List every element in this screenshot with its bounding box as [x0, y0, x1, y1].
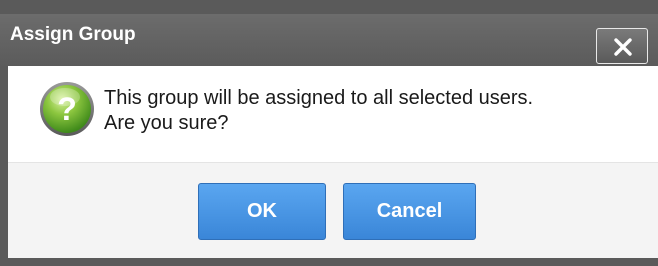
message-line-1: This group will be assigned to all selec…	[104, 87, 534, 109]
dialog-titlebar: Assign Group	[0, 14, 658, 66]
close-button[interactable]	[596, 28, 648, 64]
message-line-2: Are you sure?	[104, 112, 229, 134]
dialog-content: ? This group will be assigned to all sel…	[8, 66, 658, 162]
question-mark-icon: ?	[40, 82, 94, 136]
cancel-button[interactable]: Cancel	[343, 183, 476, 240]
close-x-icon	[614, 38, 632, 56]
dialog-title: Assign Group	[10, 24, 136, 45]
dialog-button-bar: OK Cancel	[8, 162, 658, 259]
ok-button[interactable]: OK	[198, 183, 326, 240]
svg-text:?: ?	[57, 91, 77, 127]
dialog-bottom-border	[0, 258, 658, 266]
assign-group-dialog: Assign Group ? This group will be assign…	[0, 0, 658, 266]
confirmation-message: This group will be assigned to all selec…	[104, 86, 533, 136]
